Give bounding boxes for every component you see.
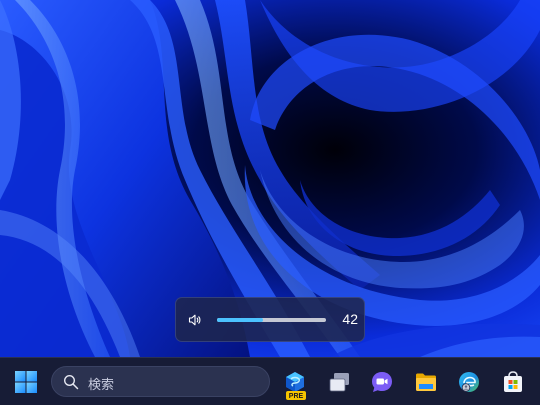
pre-badge-icon: PRE <box>286 391 306 400</box>
taskbar-microsoft-store[interactable] <box>495 364 531 400</box>
search-input[interactable]: 検索 <box>51 366 270 397</box>
windows-logo-icon <box>15 371 37 393</box>
search-placeholder: 検索 <box>88 378 115 393</box>
start-button[interactable] <box>8 364 44 400</box>
speaker-icon[interactable] <box>187 312 203 328</box>
taskbar-task-view[interactable] <box>321 364 357 400</box>
volume-level: 42 <box>342 311 358 327</box>
volume-slider[interactable] <box>217 318 326 322</box>
task-view-icon <box>329 373 349 392</box>
edge-icon <box>459 372 479 392</box>
taskbar-teams-meet[interactable] <box>364 364 400 400</box>
video-chat-icon <box>372 372 392 392</box>
volume-slider-fill <box>217 318 263 322</box>
svg-text:PRE: PRE <box>289 393 304 400</box>
taskbar-edge-preview[interactable]: PRE <box>277 364 313 400</box>
taskbar: 検索 PRE <box>0 357 540 405</box>
folder-icon <box>416 373 436 391</box>
volume-flyout: 42 <box>175 297 365 342</box>
search-icon <box>63 374 79 390</box>
taskbar-edge[interactable] <box>451 364 487 400</box>
store-icon <box>504 371 522 392</box>
desktop: 42 検索 PRE <box>0 0 540 405</box>
taskbar-file-explorer[interactable] <box>408 364 444 400</box>
